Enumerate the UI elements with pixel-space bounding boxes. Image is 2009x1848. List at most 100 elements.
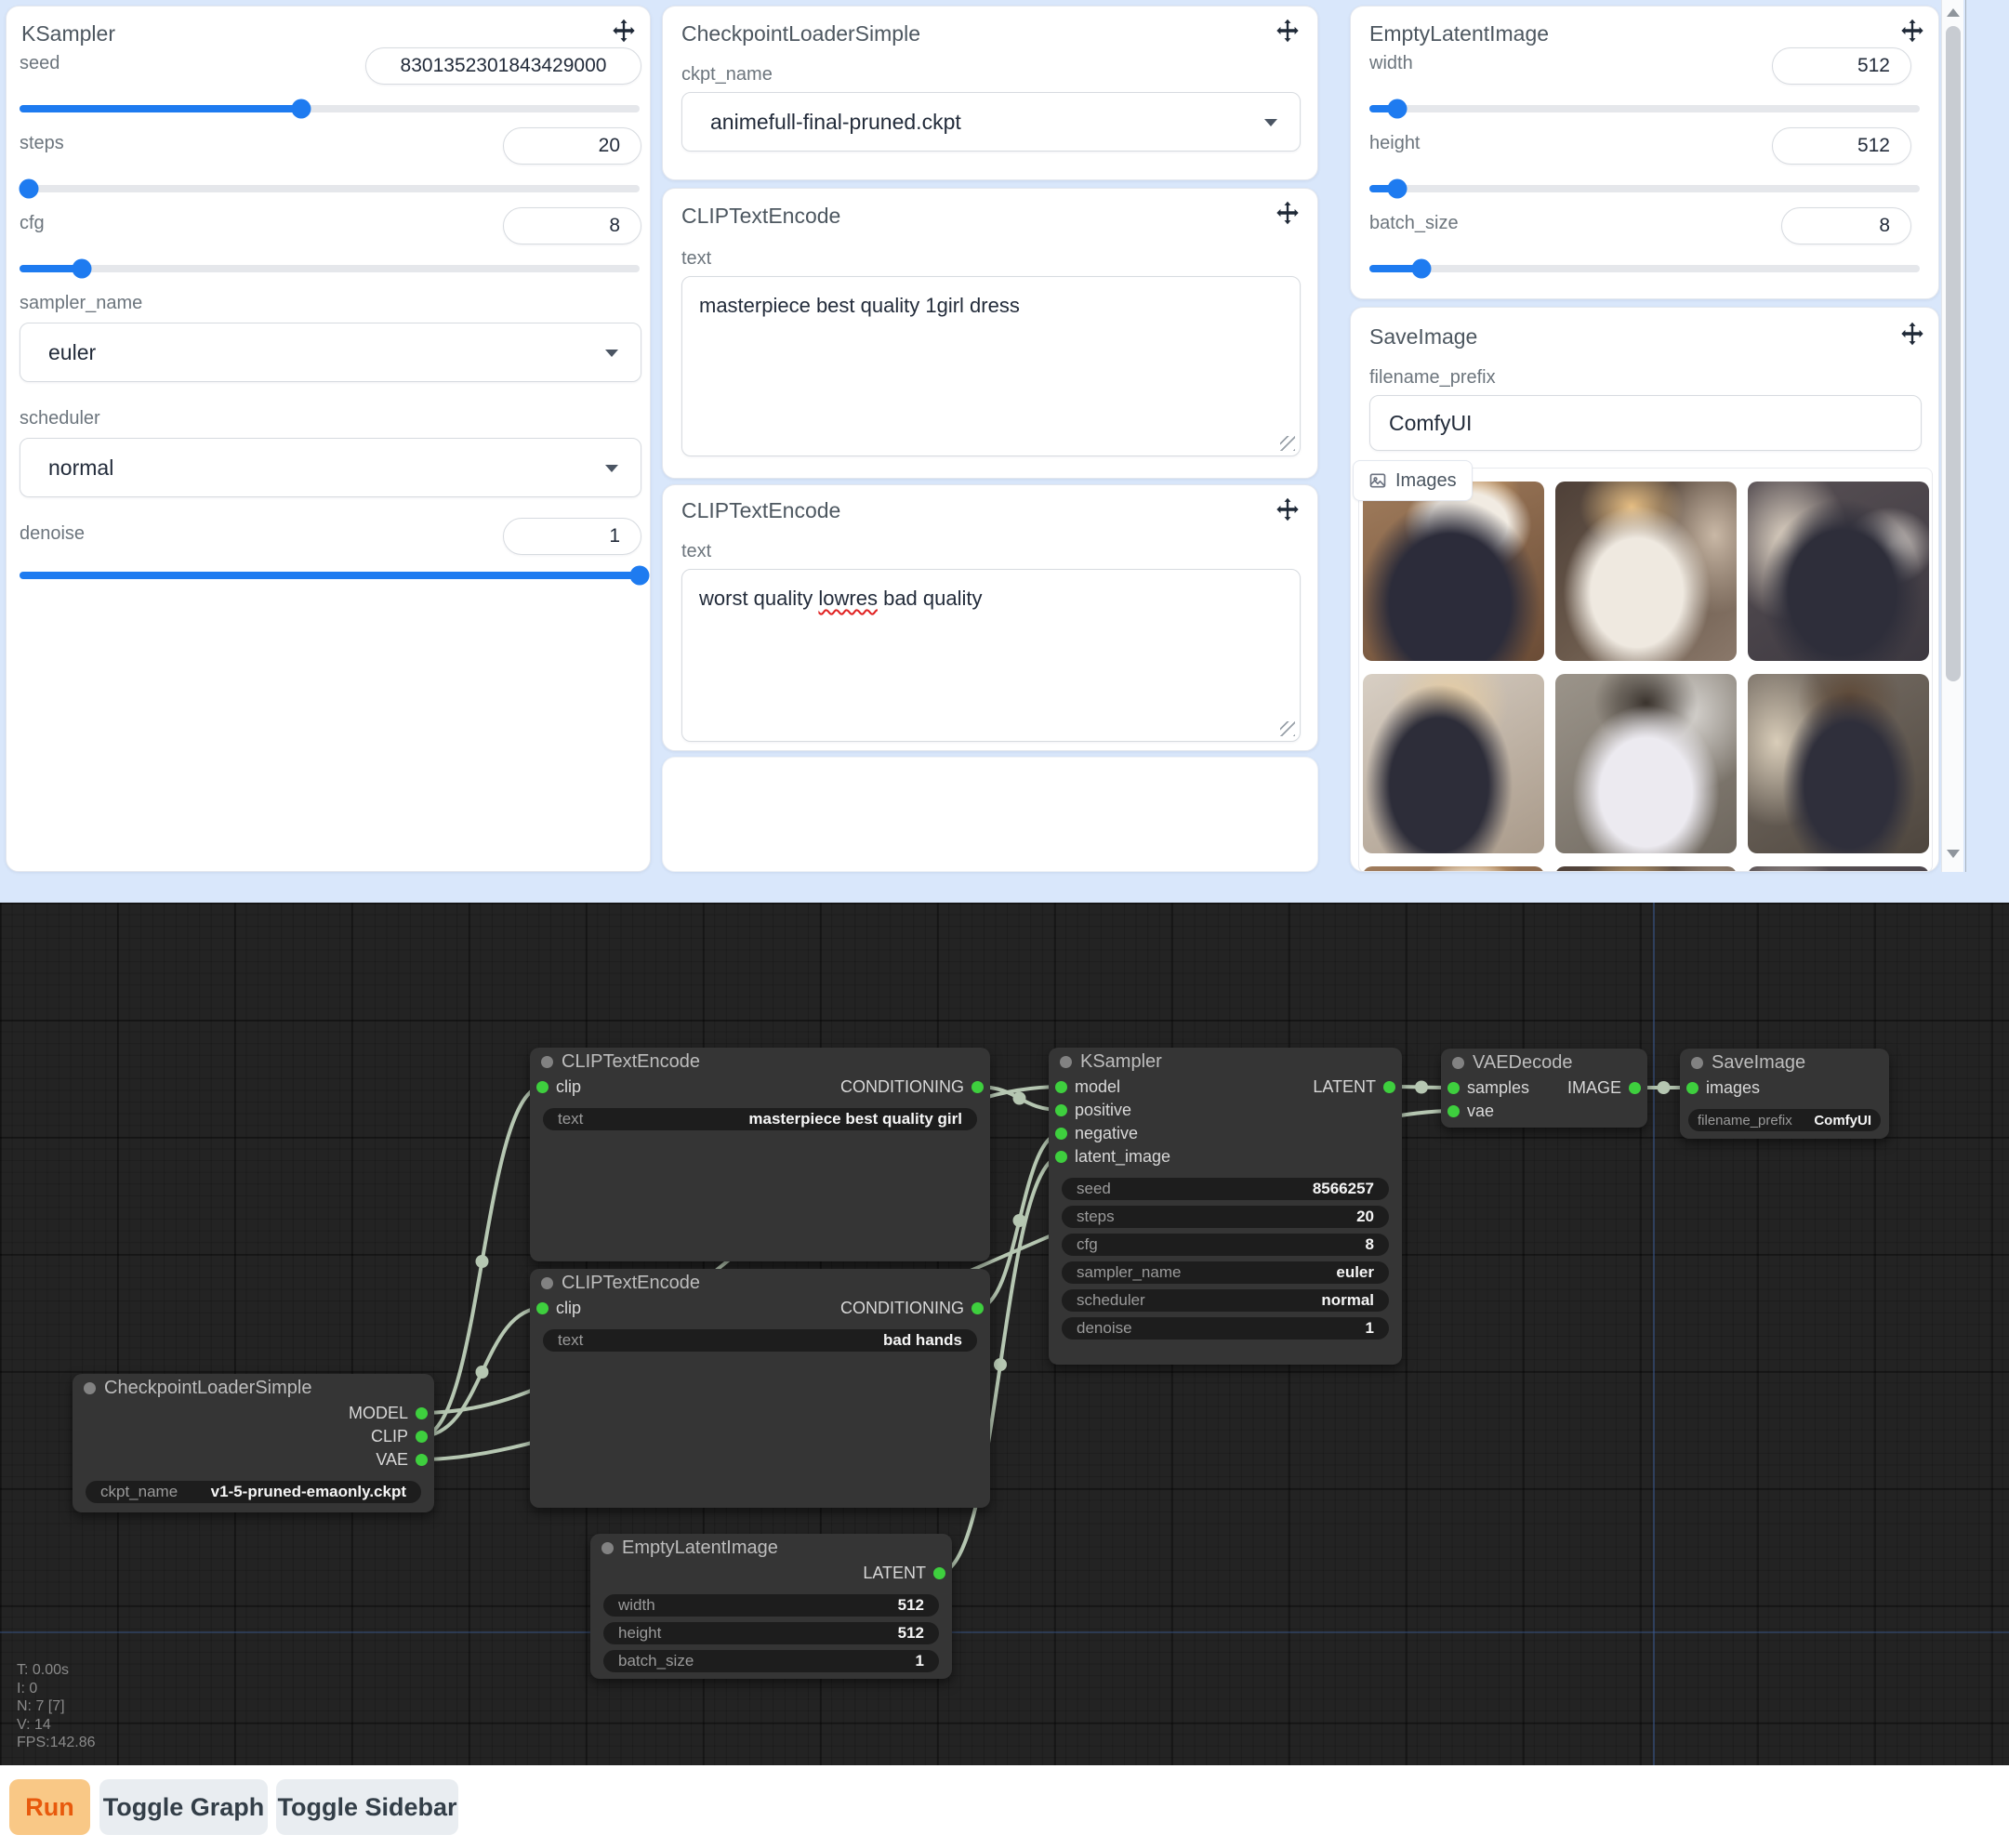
panel-empty-latent-image: EmptyLatentImage width height batch_size — [1350, 6, 1939, 299]
move-icon[interactable] — [611, 18, 637, 44]
move-icon[interactable] — [1275, 200, 1301, 226]
ksampler-widget-steps[interactable]: steps20 — [1062, 1206, 1389, 1228]
graph-canvas[interactable]: CLIPTextEncodeclipCONDITIONINGtextmaster… — [0, 903, 2009, 1765]
generated-image-3[interactable] — [1748, 482, 1929, 661]
batch-size-input[interactable] — [1781, 207, 1911, 244]
node-title: VAEDecode — [1473, 1052, 1572, 1074]
run-button[interactable]: Run — [9, 1779, 90, 1835]
denoise-slider[interactable] — [20, 566, 640, 585]
seed-input[interactable] — [365, 47, 641, 85]
steps-input[interactable] — [503, 127, 641, 165]
panel-title: KSampler — [21, 21, 115, 46]
input-port-model[interactable] — [1055, 1081, 1067, 1093]
scroll-down-icon[interactable] — [1947, 850, 1960, 858]
ksampler-widget-denoise[interactable]: denoise1 — [1062, 1317, 1389, 1340]
save-widget-filename_prefix[interactable]: filename_prefixComfyUI — [1688, 1109, 1881, 1131]
images-section-header[interactable]: Images — [1353, 460, 1473, 501]
clip_pos-widget-text[interactable]: textmasterpiece best quality girl — [543, 1108, 977, 1130]
steps-slider[interactable] — [20, 179, 640, 198]
filename-prefix-input[interactable] — [1369, 395, 1922, 451]
generated-image-1[interactable] — [1363, 482, 1544, 661]
panel-title: CheckpointLoaderSimple — [681, 21, 920, 46]
ckpt-widget-ckpt_name[interactable]: ckpt_namev1-5-pruned-emaonly.ckpt — [86, 1481, 421, 1503]
input-port-vae[interactable] — [1447, 1105, 1460, 1117]
height-input[interactable] — [1772, 127, 1911, 165]
positive-prompt-text: masterpiece best quality 1girl dress — [699, 294, 1020, 317]
generated-image-8[interactable] — [1555, 866, 1737, 872]
output-port-LATENT[interactable] — [933, 1567, 945, 1579]
positive-prompt-textarea[interactable]: masterpiece best quality 1girl dress — [681, 276, 1301, 456]
graph-node-ksampler[interactable]: KSamplermodelLATENTpositivenegativelaten… — [1049, 1048, 1402, 1365]
scheduler-label: scheduler — [20, 408, 100, 429]
chevron-down-icon — [605, 465, 618, 472]
move-icon[interactable] — [1275, 496, 1301, 522]
resize-grip-icon[interactable] — [1280, 721, 1295, 736]
graph-node-vae[interactable]: VAEDecodesamplesIMAGEvae — [1441, 1049, 1647, 1128]
input-port-latent_image[interactable] — [1055, 1151, 1067, 1163]
graph-node-save[interactable]: SaveImageimagesfilename_prefixComfyUI — [1680, 1049, 1889, 1139]
output-port-CONDITIONING[interactable] — [971, 1302, 984, 1314]
input-port-clip[interactable] — [536, 1302, 549, 1314]
scheduler-select[interactable]: normal — [20, 438, 641, 497]
ckpt-name-select[interactable]: animefull-final-pruned.ckpt — [681, 92, 1301, 152]
sampler-name-select[interactable]: euler — [20, 323, 641, 382]
input-port-negative[interactable] — [1055, 1128, 1067, 1140]
panel-save-image: SaveImage filename_prefix Images — [1350, 307, 1939, 872]
generated-image-2[interactable] — [1555, 482, 1737, 661]
latent-widget-height[interactable]: height512 — [603, 1622, 939, 1644]
input-port-clip[interactable] — [536, 1081, 549, 1093]
toggle-sidebar-button[interactable]: Toggle Sidebar — [276, 1779, 458, 1835]
input-port-samples[interactable] — [1447, 1082, 1460, 1094]
width-slider[interactable] — [1369, 99, 1920, 118]
output-port-IMAGE[interactable] — [1629, 1082, 1641, 1094]
denoise-input[interactable] — [503, 518, 641, 555]
ksampler-widget-cfg[interactable]: cfg8 — [1062, 1234, 1389, 1256]
output-port-VAE[interactable] — [416, 1454, 428, 1466]
graph-node-latent[interactable]: EmptyLatentImageLATENTwidth512height512b… — [590, 1534, 952, 1679]
input-port-images[interactable] — [1686, 1082, 1698, 1094]
generated-image-6[interactable] — [1748, 674, 1929, 853]
move-icon[interactable] — [1899, 321, 1925, 347]
cfg-slider[interactable] — [20, 259, 640, 278]
scrollbar-thumb[interactable] — [1946, 26, 1961, 681]
ksampler-widget-seed[interactable]: seed8566257 — [1062, 1178, 1389, 1200]
cfg-input[interactable] — [503, 207, 641, 244]
width-input[interactable] — [1772, 47, 1911, 85]
node-collapse-dot[interactable] — [84, 1382, 96, 1394]
seed-slider[interactable] — [20, 99, 640, 118]
clip_neg-widget-text[interactable]: textbad hands — [543, 1329, 977, 1352]
ckpt-name-value: animefull-final-pruned.ckpt — [710, 110, 961, 135]
node-collapse-dot[interactable] — [1691, 1057, 1703, 1069]
output-port-MODEL[interactable] — [416, 1407, 428, 1419]
generated-image-9[interactable] — [1748, 866, 1929, 872]
scroll-up-icon[interactable] — [1947, 8, 1960, 17]
batch-size-slider[interactable] — [1369, 259, 1920, 278]
toggle-graph-button[interactable]: Toggle Graph — [99, 1779, 268, 1835]
sidebar-scrollbar[interactable] — [1941, 0, 1963, 872]
graph-node-clip_pos[interactable]: CLIPTextEncodeclipCONDITIONINGtextmaster… — [530, 1048, 990, 1261]
ksampler-widget-scheduler[interactable]: schedulernormal — [1062, 1289, 1389, 1312]
move-icon[interactable] — [1899, 18, 1925, 44]
node-collapse-dot[interactable] — [1060, 1056, 1072, 1068]
node-collapse-dot[interactable] — [1452, 1057, 1464, 1069]
input-port-positive[interactable] — [1055, 1104, 1067, 1116]
node-collapse-dot[interactable] — [601, 1542, 614, 1554]
latent-widget-batch_size[interactable]: batch_size1 — [603, 1650, 939, 1672]
height-slider[interactable] — [1369, 179, 1920, 198]
node-collapse-dot[interactable] — [541, 1056, 553, 1068]
graph-node-ckpt[interactable]: CheckpointLoaderSimpleMODELCLIPVAEckpt_n… — [73, 1374, 434, 1512]
node-collapse-dot[interactable] — [541, 1277, 553, 1289]
images-label: Images — [1395, 470, 1457, 492]
resize-grip-icon[interactable] — [1280, 436, 1295, 451]
ksampler-widget-sampler_name[interactable]: sampler_nameeuler — [1062, 1261, 1389, 1284]
output-port-CONDITIONING[interactable] — [971, 1081, 984, 1093]
move-icon[interactable] — [1275, 18, 1301, 44]
output-port-CLIP[interactable] — [416, 1431, 428, 1443]
output-port-LATENT[interactable] — [1383, 1081, 1395, 1093]
generated-image-7[interactable] — [1363, 866, 1544, 872]
generated-image-4[interactable] — [1363, 674, 1544, 853]
negative-prompt-textarea[interactable]: worst quality lowres bad quality — [681, 569, 1301, 742]
graph-node-clip_neg[interactable]: CLIPTextEncodeclipCONDITIONINGtextbad ha… — [530, 1269, 990, 1508]
latent-widget-width[interactable]: width512 — [603, 1594, 939, 1617]
generated-image-5[interactable] — [1555, 674, 1737, 853]
